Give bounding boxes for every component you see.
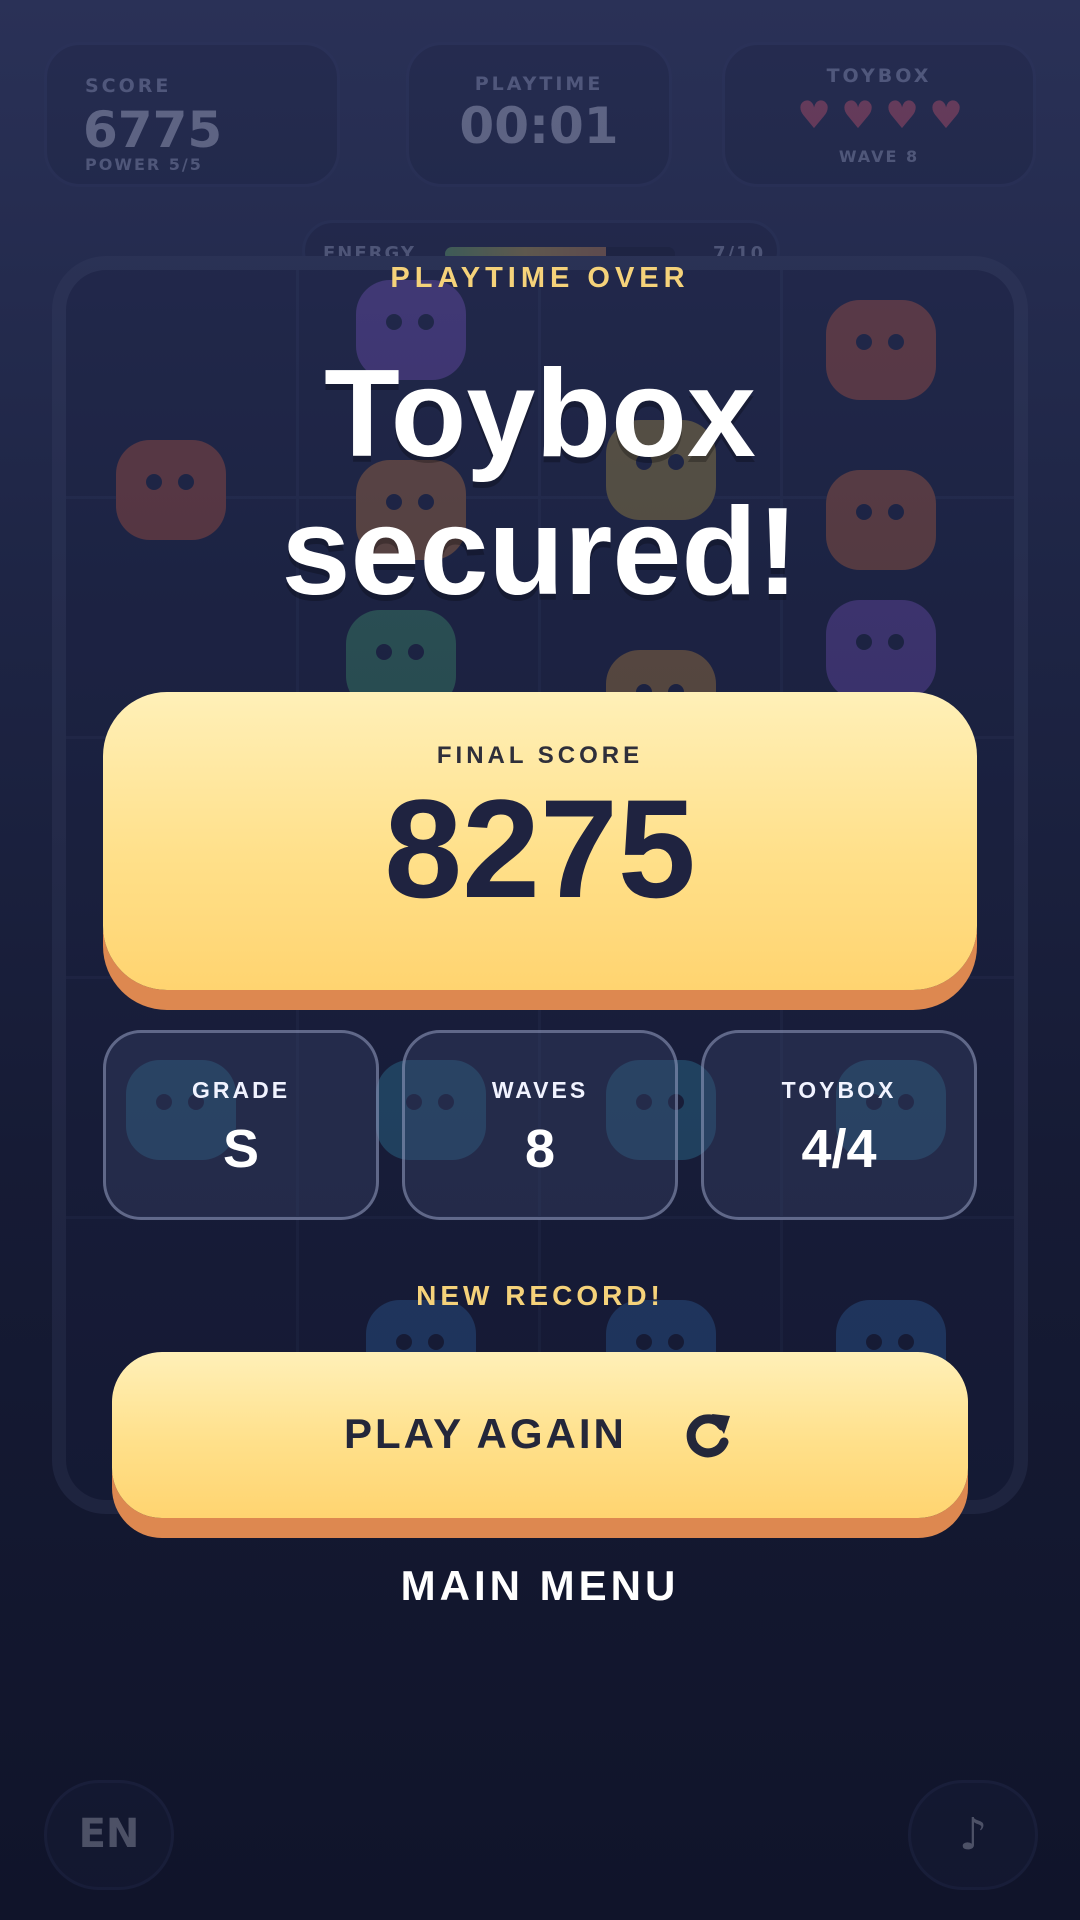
heart-icon: ♥ xyxy=(885,93,920,137)
final-score-card: FINAL SCORE 8275 xyxy=(103,692,977,990)
hud-score-value: 6775 xyxy=(83,101,223,159)
hud-wave-text: WAVE 8 xyxy=(838,147,920,166)
hud-playtime-value: 00:01 xyxy=(459,97,619,155)
result-headline: Toybox secured! xyxy=(0,345,1080,621)
stat-card-waves: WAVES 8 xyxy=(402,1030,678,1220)
main-menu-button[interactable]: MAIN MENU xyxy=(0,1562,1080,1610)
headline-line-2: secured! xyxy=(281,483,799,621)
play-again-label: PLAY AGAIN xyxy=(344,1410,627,1457)
language-button: EN xyxy=(44,1780,174,1890)
stat-label: WAVES xyxy=(491,1077,589,1103)
final-score-label: FINAL SCORE xyxy=(436,742,644,769)
stat-label: GRADE xyxy=(191,1077,291,1103)
refresh-icon xyxy=(686,1414,730,1458)
hud-toybox-card: TOYBOX ♥ ♥ ♥ ♥ WAVE 8 xyxy=(722,42,1036,187)
sound-button: ♪ xyxy=(908,1780,1038,1890)
stat-value: S xyxy=(222,1119,260,1179)
music-note-icon: ♪ xyxy=(958,1809,988,1860)
heart-icon: ♥ xyxy=(841,93,876,137)
playtime-over-label: PLAYTIME OVER xyxy=(390,262,690,294)
hud-power-text: POWER 5/5 xyxy=(85,155,203,174)
heart-icon: ♥ xyxy=(929,93,964,137)
heart-icon: ♥ xyxy=(797,93,832,137)
language-label: EN xyxy=(78,1811,140,1857)
stat-label: TOYBOX xyxy=(781,1077,897,1103)
headline-line-1: Toybox xyxy=(324,345,756,483)
new-record-badge: NEW RECORD! xyxy=(416,1280,664,1311)
hud-score-card: SCORE 6775 POWER 5/5 xyxy=(44,42,340,187)
hud-score-label: SCORE xyxy=(85,75,172,97)
play-again-button[interactable]: PLAY AGAIN xyxy=(112,1352,968,1518)
stat-card-grade: GRADE S xyxy=(103,1030,379,1220)
final-score-value: 8275 xyxy=(384,770,696,927)
hud-playtime-label: PLAYTIME xyxy=(474,73,604,95)
hud-playtime-card: PLAYTIME 00:01 xyxy=(406,42,672,187)
stat-value: 4/4 xyxy=(801,1119,877,1179)
stat-card-toybox: TOYBOX 4/4 xyxy=(701,1030,977,1220)
hud-toybox-label: TOYBOX xyxy=(826,65,932,87)
stat-value: 8 xyxy=(524,1119,556,1179)
